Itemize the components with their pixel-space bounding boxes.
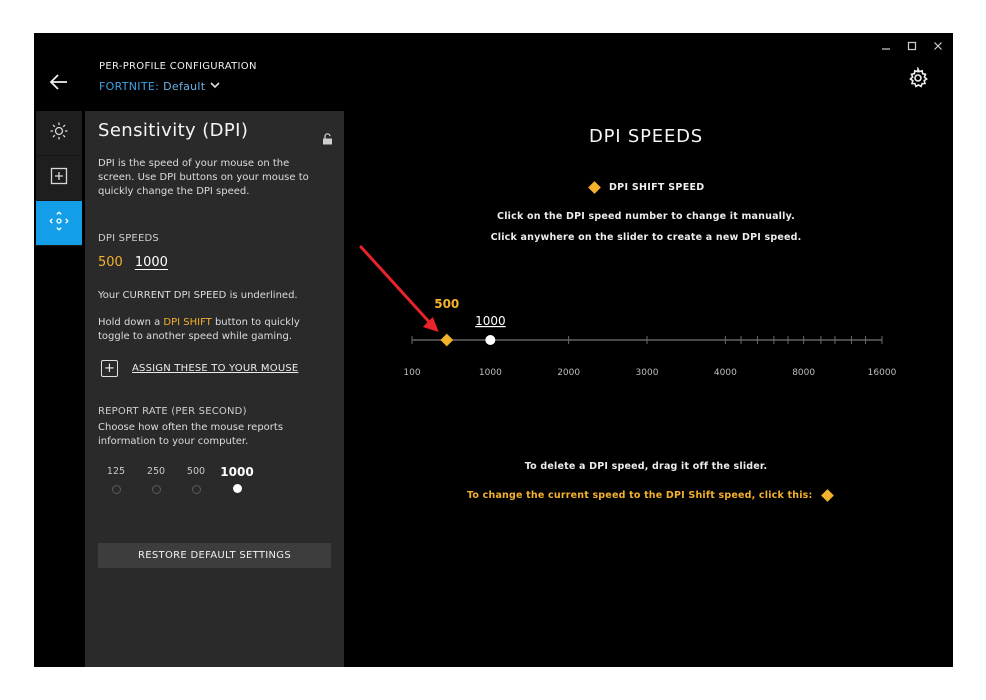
slider-tick-label: 3000 [636, 368, 659, 378]
radio-dot [111, 485, 121, 494]
shift-hint-text: To change the current speed to the DPI S… [467, 490, 813, 501]
sensitivity-panel: Sensitivity (DPI) DPI is the speed of yo… [85, 111, 344, 667]
report-rate-1000[interactable]: 1000 [219, 465, 255, 493]
chevron-down-icon [209, 80, 221, 93]
profile-dropdown[interactable]: FORTNITE: Default [99, 80, 221, 93]
dpi-value-1000[interactable]: 1000 [135, 255, 168, 270]
dpi-shift-note-before: Hold down a [98, 317, 164, 328]
dpi-shift-note: Hold down a DPI SHIFT button to quickly … [98, 316, 326, 344]
sidebar-item-lighting[interactable] [36, 111, 82, 156]
report-rate-description: Choose how often the mouse reports infor… [98, 422, 284, 447]
slider-tick-label: 16000 [868, 368, 897, 378]
annotation-arrow-line [359, 245, 436, 329]
report-rate-125[interactable]: 125 [98, 465, 134, 494]
profile-name: Default [163, 80, 206, 93]
dpi-current-point[interactable] [485, 335, 496, 345]
plus-square-icon [49, 166, 69, 190]
profile-caption: PER-PROFILE CONFIGURATION [99, 61, 257, 72]
report-rate-250[interactable]: 250 [138, 465, 174, 494]
slider-tick-label: 100 [403, 368, 420, 378]
report-rate-value: 1000 [220, 465, 254, 479]
brightness-icon [49, 121, 69, 145]
move-arrows-icon [48, 210, 70, 236]
sidebar-item-sensitivity[interactable] [36, 201, 82, 246]
slider-tick-label: 8000 [792, 368, 815, 378]
radio-dot [151, 485, 161, 494]
slider-tick-label: 2000 [557, 368, 580, 378]
report-rate-label: REPORT RATE (PER SECOND) [98, 406, 247, 417]
dpi-speeds-label: DPI SPEEDS [98, 233, 159, 244]
shift-hint-line: To change the current speed to the DPI S… [467, 489, 834, 502]
slider-tick-label: 1000 [479, 368, 502, 378]
report-rate-value: 250 [146, 466, 166, 477]
restore-defaults-button[interactable]: RESTORE DEFAULT SETTINGS [98, 543, 331, 568]
unlock-icon[interactable] [322, 130, 333, 145]
arrow-left-icon[interactable] [48, 71, 70, 93]
dpi-values: 500 1000 [98, 255, 168, 270]
dpi-main-area: DPI SPEEDS DPI SHIFT SPEED Click on the … [344, 33, 953, 667]
plus-icon: + [101, 360, 118, 377]
assign-to-mouse-link[interactable]: + ASSIGN THESE TO YOUR MOUSE [101, 360, 298, 377]
report-rate-value: 500 [186, 466, 206, 477]
report-rate-500[interactable]: 500 [178, 465, 214, 494]
sidebar-nav [36, 111, 82, 246]
slider-tick-label: 4000 [714, 368, 737, 378]
dpi-point-label[interactable]: 1000 [475, 314, 506, 328]
report-rate-value: 125 [106, 466, 126, 477]
panel-title: Sensitivity (DPI) [98, 120, 249, 141]
profile-game: FORTNITE: [99, 80, 160, 93]
report-rate-selector: 125 250 500 1000 [98, 465, 268, 505]
dpi-value-500[interactable]: 500 [98, 255, 123, 270]
sidebar-item-assignments[interactable] [36, 156, 82, 201]
dpi-shift-highlight: DPI SHIFT [163, 317, 212, 328]
delete-hint: To delete a DPI speed, drag it off the s… [524, 461, 768, 472]
panel-description: DPI is the speed of your mouse on the sc… [98, 158, 309, 197]
dpi-slider[interactable]: 100 1000 2000 3000 4000 8000 16000 500 1000 [344, 33, 953, 453]
dpi-shift-point[interactable] [440, 333, 454, 347]
app-window: PER-PROFILE CONFIGURATION FORTNITE: Defa… [34, 33, 953, 667]
radio-dot [191, 485, 201, 494]
dpi-shift-toggle-diamond[interactable] [820, 489, 834, 502]
assign-label: ASSIGN THESE TO YOUR MOUSE [132, 363, 299, 374]
current-dpi-note: Your CURRENT DPI SPEED is underlined. [98, 290, 298, 301]
radio-dot-selected [232, 484, 242, 493]
dpi-point-label[interactable]: 500 [434, 297, 459, 311]
